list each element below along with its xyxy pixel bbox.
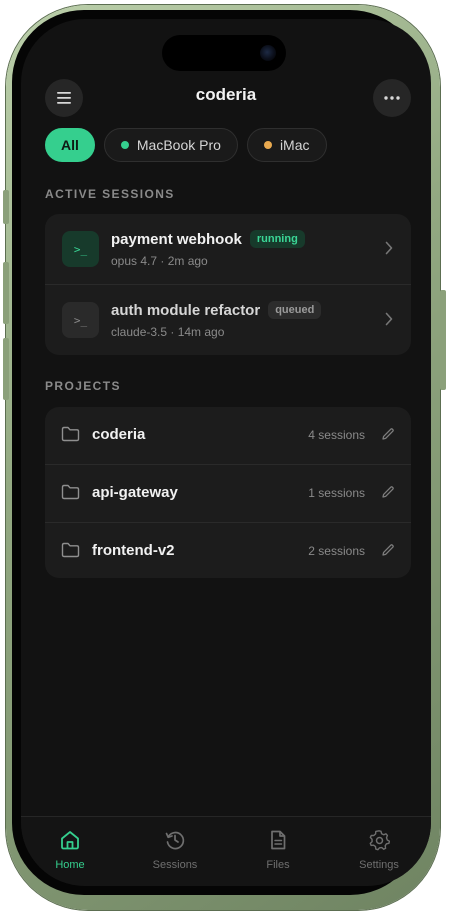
active-sessions-heading: ACTIVE SESSIONS — [45, 187, 175, 201]
tab-label: Settings — [359, 859, 399, 871]
dynamic-island — [162, 35, 286, 71]
session-row[interactable]: >_ payment webhook running opus 4.7 · 2m… — [45, 214, 411, 284]
terminal-icon: >_ — [62, 302, 99, 338]
power-button — [440, 290, 446, 390]
session-title-line: payment webhook running — [111, 230, 305, 248]
tab-sessions[interactable]: Sessions — [135, 829, 215, 871]
status-dot — [120, 141, 129, 149]
tab-home[interactable]: Home — [30, 829, 110, 871]
project-name: api-gateway — [92, 484, 178, 501]
session-count: 2 sessions — [308, 544, 365, 558]
tab-files[interactable]: Files — [238, 829, 318, 871]
project-row[interactable]: coderia 4 sessions — [45, 407, 411, 464]
chevron-right-icon — [385, 312, 393, 326]
project-name: frontend-v2 — [92, 542, 175, 559]
projects-heading: PROJECTS — [45, 379, 121, 393]
file-icon — [271, 830, 286, 850]
action-button — [3, 190, 9, 224]
folder-icon — [61, 484, 80, 500]
edit-icon[interactable] — [381, 543, 395, 557]
session-title: auth module refactor — [111, 301, 261, 319]
project-row[interactable]: frontend-v2 2 sessions — [45, 522, 411, 580]
projects-card: coderia 4 sessions api-gateway 1 session… — [45, 407, 411, 578]
tab-settings[interactable]: Settings — [339, 829, 419, 871]
filter-chip-label: iMac — [279, 137, 310, 153]
volume-down-button — [3, 338, 9, 400]
app-screen: coderia All MacBook Pro iMac ACTIVE SESS… — [21, 19, 431, 886]
filter-chip-label: All — [61, 137, 79, 153]
bottom-tab-bar: Home Sessions Files Settings — [21, 816, 431, 886]
status-badge: running — [249, 230, 305, 248]
filter-chip-all[interactable]: All — [45, 128, 95, 162]
session-count: 4 sessions — [308, 428, 365, 442]
edit-icon[interactable] — [381, 427, 395, 441]
session-meta: opus 4.7 · 2m ago — [111, 254, 208, 268]
session-count: 1 sessions — [308, 486, 365, 500]
filter-chip-imac[interactable]: iMac — [246, 128, 327, 162]
session-title-line: auth module refactor queued — [111, 301, 322, 319]
app-title: coderia — [195, 85, 257, 104]
status-badge: queued — [268, 301, 322, 319]
more-options-button[interactable] — [373, 79, 411, 117]
tab-label: Sessions — [152, 859, 198, 871]
filter-chip-label: MacBook Pro — [136, 137, 221, 153]
session-meta: claude-3.5 · 14m ago — [111, 325, 225, 339]
camera-icon — [260, 45, 276, 61]
status-dot — [263, 141, 272, 149]
volume-up-button — [3, 262, 9, 324]
gear-icon — [369, 830, 390, 851]
filter-chip-macbook-pro[interactable]: MacBook Pro — [103, 128, 238, 162]
project-row[interactable]: api-gateway 1 sessions — [45, 464, 411, 522]
ellipsis-icon — [384, 96, 400, 100]
folder-icon — [61, 426, 80, 442]
app-header: coderia — [21, 79, 431, 119]
history-icon — [165, 831, 185, 850]
active-sessions-card: >_ payment webhook running opus 4.7 · 2m… — [45, 214, 411, 355]
tab-label: Files — [266, 859, 290, 871]
session-row[interactable]: >_ auth module refactor queued claude-3.… — [45, 284, 411, 355]
device-filter-bar: All MacBook Pro iMac — [45, 128, 327, 162]
tab-label: Home — [55, 859, 85, 871]
session-title: payment webhook — [111, 230, 242, 248]
project-name: coderia — [92, 426, 146, 443]
edit-icon[interactable] — [381, 485, 395, 499]
terminal-icon: >_ — [62, 231, 99, 267]
folder-icon — [61, 542, 80, 558]
home-icon — [61, 831, 79, 850]
chevron-right-icon — [385, 241, 393, 255]
